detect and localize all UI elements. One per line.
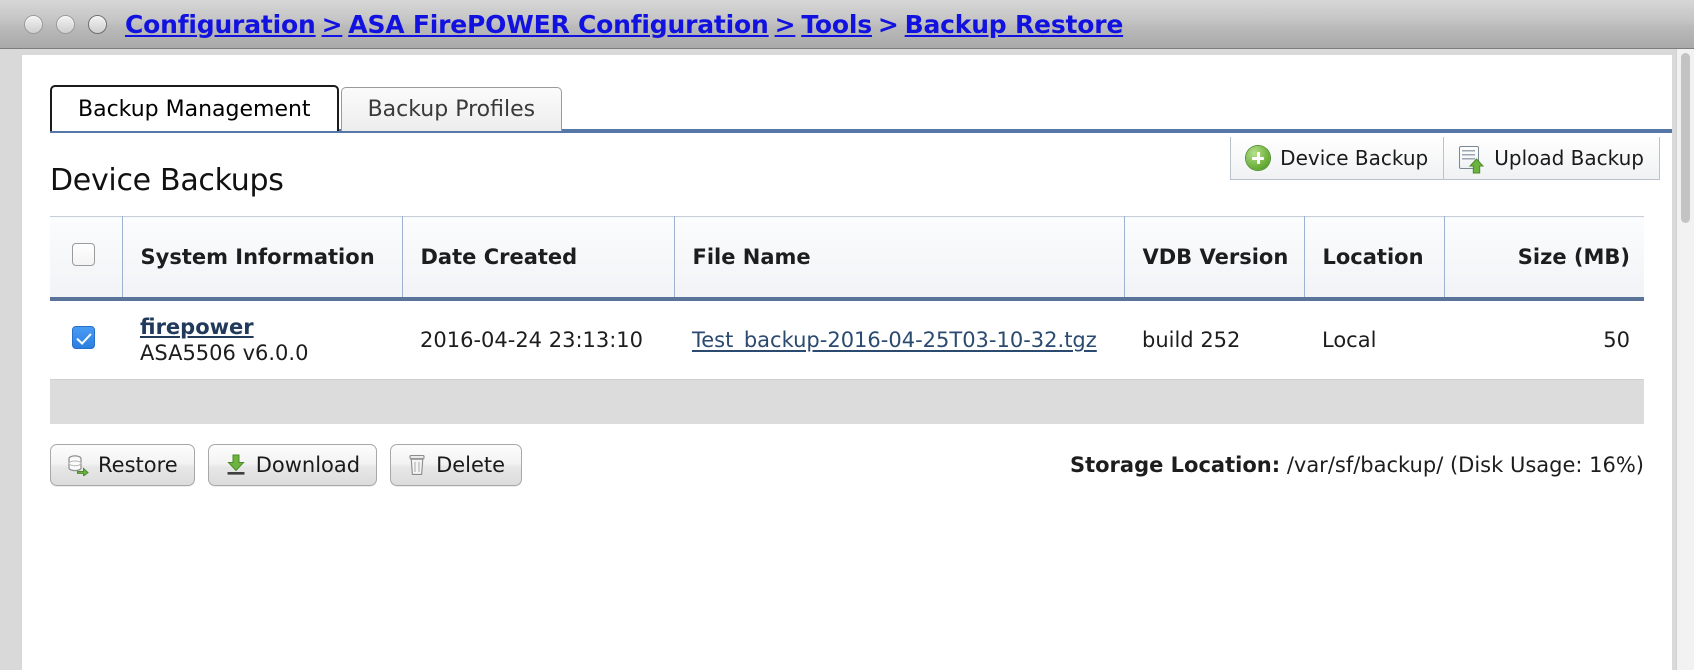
minimize-button[interactable] (56, 14, 75, 34)
row-checkbox[interactable] (72, 326, 95, 349)
page-body: Backup Management Backup Profiles Device… (0, 49, 1694, 670)
database-restore-icon (67, 454, 89, 478)
device-backups-table: System Information Date Created File Nam… (50, 216, 1644, 379)
cell-size-mb: 50 (1444, 299, 1644, 379)
device-name-link[interactable]: firepower (140, 315, 254, 339)
vertical-scrollbar-thumb[interactable] (1681, 53, 1690, 223)
breadcrumb: Configuration > ASA FirePOWER Configuratio… (125, 10, 1123, 39)
upload-backup-button[interactable]: Upload Backup (1443, 137, 1659, 179)
breadcrumb-separator-2: > (774, 9, 796, 39)
restore-button[interactable]: Restore (50, 444, 195, 486)
cell-file-name: Test_backup-2016-04-25T03-10-32.tgz (674, 299, 1124, 379)
trash-icon (407, 454, 427, 476)
disk-usage-text: (Disk Usage: 16%) (1449, 453, 1644, 477)
cell-date-created: 2016-04-24 23:13:10 (402, 299, 674, 379)
breadcrumb-item-asa-firepower-configuration[interactable]: ASA FirePOWER Configuration (348, 10, 768, 39)
vertical-scrollbar[interactable] (1676, 49, 1694, 670)
close-button[interactable] (24, 14, 43, 34)
table-footer-bar (50, 379, 1644, 424)
storage-location-path: /var/sf/backup/ (1286, 453, 1444, 477)
download-button[interactable]: Download (207, 444, 378, 486)
table-toolbar: Device Backup Upload Backup (1230, 137, 1660, 180)
download-arrow-icon (225, 454, 247, 476)
table-header-date-created[interactable]: Date Created (402, 216, 675, 299)
breadcrumb-item-backup-restore[interactable]: Backup Restore (905, 10, 1124, 39)
row-select-cell (50, 299, 122, 379)
device-model-text: ASA5506 v6.0.0 (140, 341, 309, 365)
select-all-checkbox[interactable] (72, 243, 95, 266)
upload-backup-label: Upload Backup (1494, 146, 1644, 170)
action-button-group: Restore Download Delete (50, 444, 523, 486)
content-card: Backup Management Backup Profiles Device… (22, 55, 1672, 670)
download-label: Download (255, 453, 361, 477)
cell-vdb-version: build 252 (1124, 299, 1304, 379)
table-header-system-information[interactable]: System Information (122, 216, 403, 299)
restore-label: Restore (98, 453, 178, 477)
tab-backup-management[interactable]: Backup Management (50, 85, 339, 131)
storage-location-info: Storage Location: /var/sf/backup/ (Disk … (1070, 453, 1644, 477)
breadcrumb-item-tools[interactable]: Tools (801, 10, 872, 39)
breadcrumb-item-configuration[interactable]: Configuration (125, 10, 316, 39)
device-backup-label: Device Backup (1280, 146, 1429, 170)
application-window: Configuration > ASA FirePOWER Configuratio… (0, 0, 1694, 670)
table-header-select (50, 216, 123, 299)
action-bar: Restore Download Delete Storage Location… (50, 444, 1644, 486)
table-header-location[interactable]: Location (1304, 216, 1445, 299)
tab-backup-management-label: Backup Management (78, 96, 311, 122)
breadcrumb-separator-3: > (877, 9, 899, 39)
breadcrumb-separator-1: > (321, 9, 343, 39)
plus-circle-icon (1246, 146, 1271, 170)
delete-label: Delete (436, 453, 506, 477)
table-header-file-name[interactable]: File Name (674, 216, 1125, 299)
table-row: firepower ASA5506 v6.0.0 2016-04-24 23:1… (50, 299, 1644, 379)
storage-location-label: Storage Location: (1069, 453, 1281, 477)
cell-system-information: firepower ASA5506 v6.0.0 (122, 299, 402, 379)
tab-backup-profiles[interactable]: Backup Profiles (340, 87, 563, 131)
backup-file-link[interactable]: Test_backup-2016-04-25T03-10-32.tgz (692, 328, 1097, 352)
window-titlebar: Configuration > ASA FirePOWER Configuratio… (0, 0, 1694, 49)
tab-backup-profiles-label: Backup Profiles (367, 97, 536, 122)
delete-button[interactable]: Delete (390, 444, 523, 486)
upload-document-icon (1459, 145, 1485, 173)
cell-location: Local (1304, 299, 1444, 379)
table-header-vdb-version[interactable]: VDB Version (1124, 216, 1305, 299)
table-header-row: System Information Date Created File Nam… (50, 216, 1644, 299)
window-controls (24, 14, 107, 34)
tab-bar: Backup Management Backup Profiles (50, 84, 1672, 131)
table-header-size-mb[interactable]: Size (MB) (1444, 216, 1644, 299)
device-backup-button[interactable]: Device Backup (1231, 137, 1443, 179)
zoom-button[interactable] (88, 14, 107, 34)
